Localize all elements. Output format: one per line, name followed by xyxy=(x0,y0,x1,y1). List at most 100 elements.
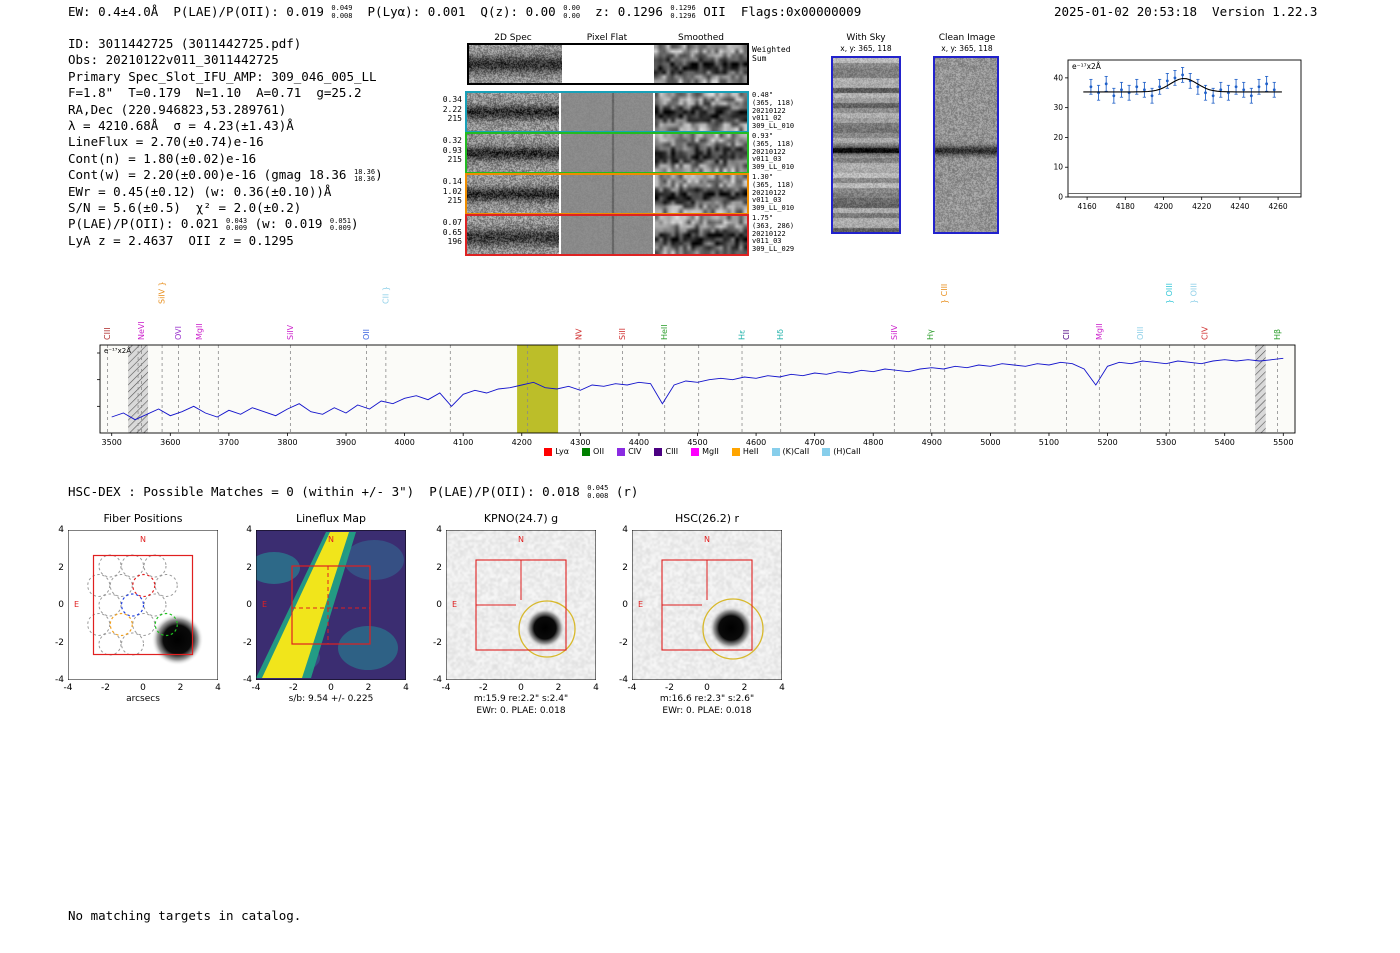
header-summary: EW: 0.4±4.0Å P(LAE)/P(OII): 0.019 0.049 0… xyxy=(68,4,861,20)
row1-smoothed-image xyxy=(655,93,747,131)
hsc-plae-stack: 0.045 0.008 xyxy=(587,485,608,499)
fiber-positions-plot: N E -4 -2 0 2 4 -4 -2 0 2 4 xyxy=(68,530,218,680)
info-primary-spec: Primary Spec_Slot_IFU_AMP: 309_046_005_L… xyxy=(68,69,383,85)
legend-label: (H)CaII xyxy=(833,447,860,456)
y-tick-labels: -4 -2 0 2 4 xyxy=(611,530,630,680)
svg-text:NV: NV xyxy=(575,328,584,340)
plae-poii-text: P(LAE)/P(OII): 0.021 xyxy=(68,216,226,231)
legend-item: HeII xyxy=(732,447,759,456)
svg-text:Hγ: Hγ xyxy=(926,329,935,340)
y-tick-label: -2 xyxy=(55,638,64,648)
svg-text:MgII: MgII xyxy=(195,323,204,340)
hsc-dex-match-line: HSC-DEX : Possible Matches = 0 (within +… xyxy=(68,484,638,500)
row4-smoothed-image xyxy=(655,216,747,254)
x-axis-label: arcsecs xyxy=(58,694,228,706)
x-tick-label: 0 xyxy=(328,683,334,693)
aperture-row-1 xyxy=(465,91,749,133)
spectrum-legend: Lyα OII CIV CIII MgII HeII (K)CaII (H)CaII xyxy=(95,447,1310,456)
info-redshifts: LyA z = 2.4637 OII z = 0.1295 xyxy=(68,233,383,249)
legend-label: OII xyxy=(593,447,604,456)
col-title-2dspec: 2D Spec xyxy=(467,33,559,43)
legend-item: CIII xyxy=(654,447,678,456)
hsc-text: HSC-DEX : Possible Matches = 0 (within +… xyxy=(68,484,587,499)
svg-text:4300: 4300 xyxy=(570,438,590,447)
svg-text:4500: 4500 xyxy=(687,438,707,447)
legend-label: CIV xyxy=(628,447,641,456)
hsc-r-plot: N E -4 -2 0 2 4 -4 -2 0 2 4 xyxy=(632,530,782,680)
header-timestamp-version: 2025-01-02 20:53:18 Version 1.22.3 xyxy=(1054,4,1317,19)
clean-title: Clean Image xyxy=(917,33,1017,43)
aperture-row-2 xyxy=(465,132,749,174)
weighted-sum-2d-image xyxy=(469,45,562,83)
svg-text:4600: 4600 xyxy=(746,438,766,447)
info-id: ID: 3011442725 (3011442725.pdf) xyxy=(68,36,383,52)
y-tick-label: 2 xyxy=(622,563,628,573)
kpno-g-panel: KPNO(24.7) g N E -4 -2 0 2 4 -4 -2 0 2 4 m:15.9 … xyxy=(446,512,596,680)
row3-right-meta: 1.30" (365, 118) 20210122 v011_03 309_LL… xyxy=(752,174,802,213)
svg-text:4900: 4900 xyxy=(922,438,942,447)
aperture-row-4 xyxy=(465,214,749,256)
y-tick-label: -4 xyxy=(433,675,442,685)
weighted-sum-label: Weighted Sum xyxy=(752,46,791,63)
plae-stack-2: 0.051 0.009 xyxy=(330,218,351,232)
east-label: E xyxy=(452,600,457,609)
info-cont-w: Cont(w) = 2.20(±0.00)e-16 (gmag 18.36 18… xyxy=(68,167,383,183)
row4-pixelflat-image xyxy=(561,216,653,254)
y-tick-label: 0 xyxy=(436,600,442,610)
y-tick-label: 4 xyxy=(622,525,628,535)
x-tick-label: 2 xyxy=(556,683,562,693)
cutout-title: HSC(26.2) r xyxy=(632,512,782,527)
info-seeing: F=1.8" T=0.179 N=1.10 A=0.71 g=25.2 xyxy=(68,85,383,101)
qz-sub: 0.00 xyxy=(563,13,580,20)
svg-text:5500: 5500 xyxy=(1273,438,1293,447)
legend-item: MgII xyxy=(691,447,719,456)
svg-text:40: 40 xyxy=(1053,73,1063,82)
kpno-g-plot: N E -4 -2 0 2 4 -4 -2 0 2 4 xyxy=(446,530,596,680)
withsky-image xyxy=(833,58,899,232)
legend-label: (K)CaII xyxy=(783,447,810,456)
svg-text:4220: 4220 xyxy=(1192,202,1211,211)
kpno-g-image xyxy=(446,530,596,680)
header-plya-qz: P(Lyα): 0.001 Q(z): 0.00 xyxy=(352,4,563,19)
row4-2dspec-image xyxy=(467,216,559,254)
y-tick-label: 0 xyxy=(246,600,252,610)
svg-text:OIII: OIII xyxy=(1136,327,1145,340)
y-tick-label: 0 xyxy=(622,600,628,610)
hsc-band: (r) xyxy=(608,484,638,499)
weighted-sum-strip xyxy=(467,43,749,85)
svg-text:5300: 5300 xyxy=(1156,438,1176,447)
legend-item: (H)CaII xyxy=(822,447,860,456)
svg-text:20: 20 xyxy=(1053,133,1063,142)
y-tick-label: 2 xyxy=(436,563,442,573)
row2-left-stats: 0.32 0.93 215 xyxy=(436,136,462,165)
row2-smoothed-image xyxy=(655,134,747,172)
y-tick-label: -4 xyxy=(243,675,252,685)
plae-poii-close: ) xyxy=(351,216,359,231)
x-tick-label: 2 xyxy=(178,683,184,693)
cutout-title: Lineflux Map xyxy=(256,512,406,527)
y-tick-labels: -4 -2 0 2 4 xyxy=(425,530,444,680)
cutout-title: KPNO(24.7) g xyxy=(446,512,596,527)
legend-label: MgII xyxy=(702,447,719,456)
cutout-title: Fiber Positions xyxy=(68,512,218,527)
col-title-pixelflat: Pixel Flat xyxy=(561,33,653,43)
svg-text:} OIII: } OIII xyxy=(1190,283,1199,304)
svg-text:4200: 4200 xyxy=(1154,202,1173,211)
x-tick-label: -2 xyxy=(665,683,674,693)
svg-text:3900: 3900 xyxy=(336,438,356,447)
x-tick-label: 0 xyxy=(518,683,524,693)
north-label: N xyxy=(632,535,782,544)
svg-text:} CIII: } CIII xyxy=(940,284,949,304)
x-tick-label: 2 xyxy=(366,683,372,693)
clean-xy: x, y: 365, 118 xyxy=(917,44,1017,53)
x-tick-label: 4 xyxy=(215,683,221,693)
legend-item: Lyα xyxy=(544,447,569,456)
svg-text:} OIII: } OIII xyxy=(1165,283,1174,304)
svg-text:3700: 3700 xyxy=(219,438,239,447)
row2-right-meta: 0.93" (365, 118) 20210122 v011_03 309_LL… xyxy=(752,133,802,172)
svg-text:CIV: CIV xyxy=(1200,326,1209,340)
legend-swatch xyxy=(732,448,740,456)
east-label: E xyxy=(638,600,643,609)
x-tick-label: -2 xyxy=(479,683,488,693)
fiber-positions-panel: Fiber Positions N E -4 -2 0 2 4 -4 -2 0 2 4 arcs… xyxy=(68,512,218,680)
